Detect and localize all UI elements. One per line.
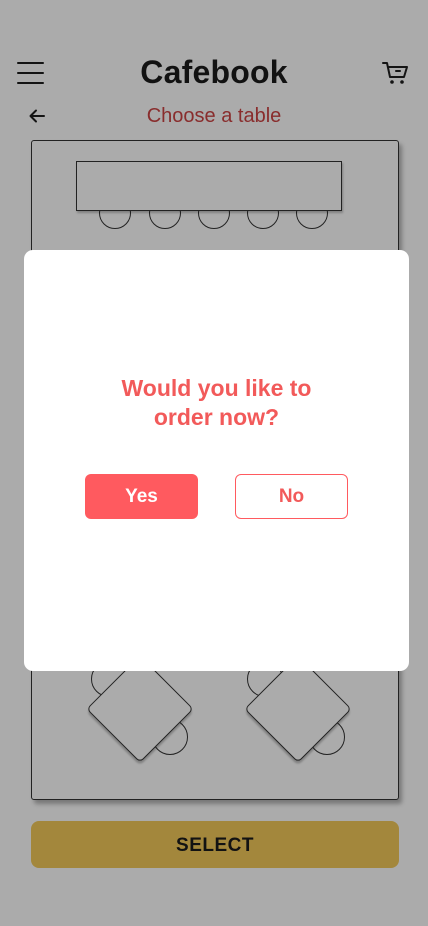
no-button[interactable]: No xyxy=(235,474,348,519)
order-now-dialog: Would you like to order now? Yes No xyxy=(24,250,409,671)
yes-button[interactable]: Yes xyxy=(85,474,198,519)
dialog-message-line1: Would you like to xyxy=(121,375,312,401)
dialog-message-line2: order now? xyxy=(153,404,280,430)
dialog-message: Would you like to order now? xyxy=(24,374,409,432)
table-selection-screen: Cafebook Choose a table SELECT Would you… xyxy=(0,0,428,926)
